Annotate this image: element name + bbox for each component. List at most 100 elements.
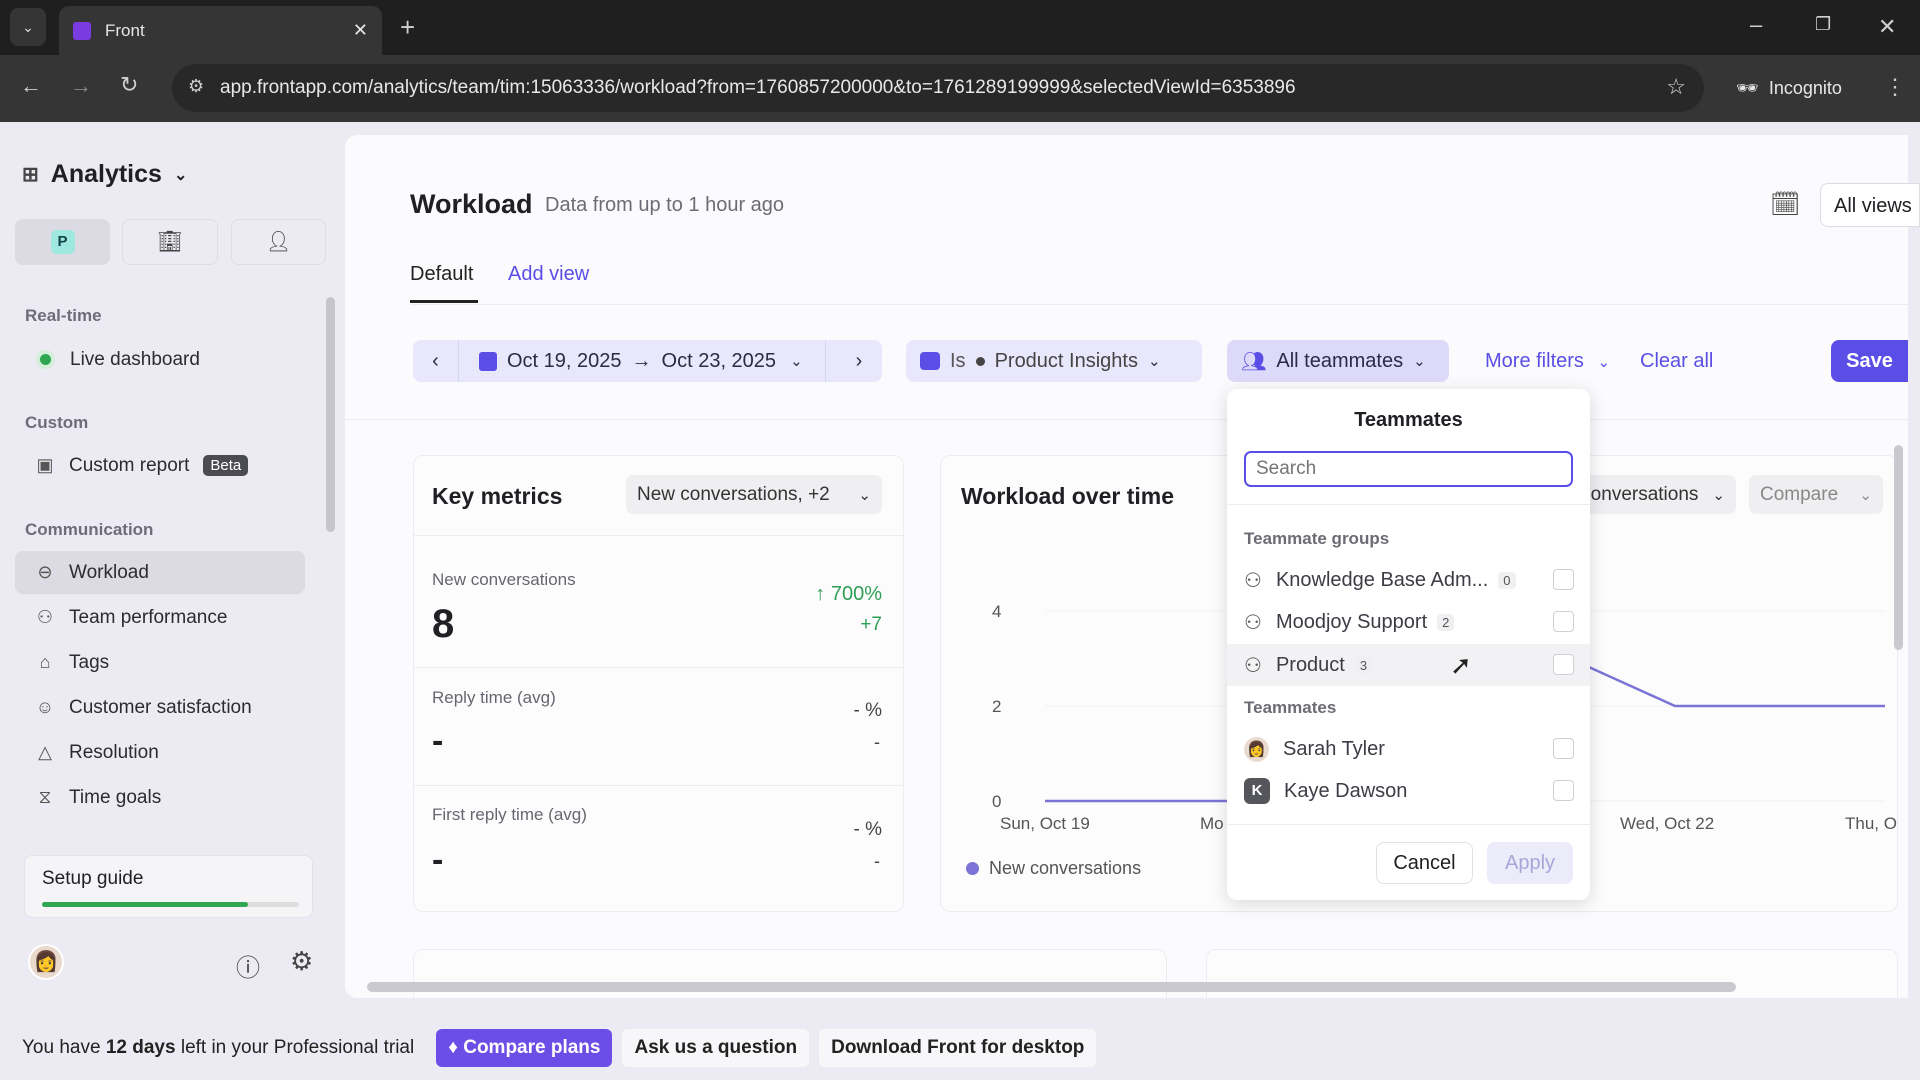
diamond-icon: ♦ [448, 1037, 464, 1058]
apply-button[interactable]: Apply [1487, 842, 1573, 884]
setup-guide-label: Setup guide [42, 868, 144, 889]
group-option[interactable]: ⚇ Product 3 [1227, 644, 1590, 686]
more-filters-button[interactable]: More filters ⌄ [1485, 350, 1610, 373]
clear-all-link[interactable]: Clear all [1640, 350, 1713, 373]
group-option[interactable]: ⚇ Moodjoy Support 2 [1227, 601, 1590, 643]
user-avatar[interactable]: 👩 [28, 944, 64, 980]
change-pct-text: 700% [830, 583, 882, 605]
forward-icon[interactable]: → [70, 73, 92, 99]
sidebar-item-resolution[interactable]: △ Resolution [15, 731, 305, 774]
sidebar-item-label: Team performance [69, 606, 228, 628]
chart-legend: New conversations [966, 858, 1141, 879]
groups-header: Teammate groups [1244, 529, 1390, 548]
group-icon: ⚇ [1244, 569, 1262, 592]
apply-label: Apply [1504, 851, 1556, 874]
sidebar-item-team-performance[interactable]: ⚇ Team performance [15, 596, 305, 639]
sidebar-item-label: Workload [69, 561, 149, 583]
browser-menu-icon[interactable]: ⋮ [1884, 74, 1906, 100]
sidebar-item-label: Resolution [69, 741, 159, 763]
site-info-icon[interactable]: ⚙ [188, 76, 204, 97]
help-icon[interactable]: ⓘ [236, 948, 260, 983]
compare-select[interactable]: Compare ⌄ [1749, 475, 1883, 514]
trial-banner: You have 12 days left in your Profession… [0, 1016, 1920, 1080]
legend-label: New conversations [989, 858, 1142, 878]
sidebar-item-custom-report[interactable]: ▣ Custom report Beta [15, 444, 305, 487]
chevron-down-icon: ⌄ [1712, 486, 1725, 504]
analytics-menu[interactable]: ⊞ Analytics ⌄ [22, 160, 187, 189]
all-views-button[interactable]: All views [1820, 183, 1920, 227]
ask-question-button[interactable]: Ask us a question [622, 1029, 810, 1067]
layout-icon: ▣ [36, 455, 54, 475]
scope-workspace-button[interactable]: P [15, 219, 110, 265]
schedule-report-icon[interactable]: 🗓︎ [1770, 190, 1800, 219]
previous-period-button[interactable]: ‹ [413, 340, 459, 382]
teammate-option[interactable]: 👩 Sarah Tyler [1227, 728, 1590, 770]
teammate-option[interactable]: K Kaye Dawson [1227, 770, 1590, 812]
teammate-checkbox[interactable] [1553, 780, 1574, 801]
divider [414, 535, 903, 536]
sidebar-scrollbar[interactable] [326, 297, 335, 532]
teammate-search-input[interactable] [1244, 451, 1573, 487]
tab-add-view[interactable]: Add view [508, 263, 589, 286]
group-count: 2 [1437, 613, 1455, 631]
vertical-scrollbar[interactable] [1894, 445, 1903, 650]
back-icon[interactable]: ← [20, 73, 42, 99]
scope-company-button[interactable]: 🏢︎ [122, 219, 218, 265]
compare-plans-button[interactable]: ♦ Compare plans [436, 1029, 613, 1067]
date-range-picker[interactable]: Oct 19, 2025 → Oct 23, 2025 ⌄ [469, 340, 826, 382]
teammate-checkbox[interactable] [1553, 738, 1574, 759]
save-button[interactable]: Save [1831, 340, 1908, 382]
incognito-indicator[interactable]: 🕶 Incognito [1722, 68, 1857, 108]
key-metrics-title: Key metrics [432, 483, 563, 509]
sidebar-item-customer-satisfaction[interactable]: ☺ Customer satisfaction [15, 686, 305, 729]
teammates-filter[interactable]: 👥︎ All teammates ⌄ [1227, 340, 1449, 382]
setup-guide[interactable]: Setup guide [24, 855, 313, 918]
chevron-down-icon: ⌄ [790, 353, 803, 370]
teammates-icon: 👥︎ [1241, 350, 1267, 373]
close-tab-icon[interactable]: ✕ [353, 20, 368, 41]
teammate-name: Kaye Dawson [1284, 779, 1408, 802]
workspace-badge: P [50, 230, 75, 254]
next-period-button[interactable]: › [836, 350, 882, 373]
horizontal-scrollbar[interactable] [367, 982, 1736, 992]
sidebar-item-live-dashboard[interactable]: Live dashboard [15, 338, 305, 381]
restore-icon[interactable]: ❐ [1815, 14, 1831, 35]
save-label: Save [1846, 349, 1893, 372]
tabs-divider [410, 304, 1908, 305]
metrics-selector[interactable]: New conversations, +2 ⌄ [626, 475, 882, 514]
group-name: Product [1275, 653, 1345, 676]
filter-value: All teammates [1276, 349, 1404, 372]
filters-divider [345, 419, 1908, 420]
tag-icon: ⌂ [39, 652, 51, 672]
download-desktop-button[interactable]: Download Front for desktop [819, 1029, 1097, 1067]
settings-gear-icon[interactable]: ⚙ [290, 946, 313, 977]
section-real-time: Real-time [25, 306, 102, 325]
section-custom: Custom [25, 413, 89, 432]
bookmark-star-icon[interactable]: ☆ [1666, 74, 1686, 100]
sidebar-item-time-goals[interactable]: ⧖ Time goals [15, 776, 305, 819]
avatar: K [1244, 778, 1270, 804]
sidebar-item-label: Tags [69, 651, 110, 673]
y-tick-label: 2 [992, 697, 1001, 716]
browser-tab-front[interactable]: Front ✕ [59, 6, 382, 55]
sidebar-item-tags[interactable]: ⌂ Tags [15, 641, 305, 684]
url-bar[interactable]: ⚙ app.frontapp.com/analytics/team/tim:15… [172, 64, 1704, 112]
group-checkbox[interactable] [1553, 569, 1574, 590]
scope-individual-button[interactable]: 👤︎ [231, 219, 326, 265]
date-from: Oct 19, 2025 [507, 349, 622, 372]
new-tab-icon[interactable]: + [400, 12, 415, 43]
group-option[interactable]: ⚇ Knowledge Base Adm... 0 [1227, 559, 1590, 601]
hourglass-icon: ⧖ [38, 787, 52, 807]
chevron-down-icon: ⌄ [1597, 354, 1611, 371]
group-checkbox[interactable] [1553, 611, 1574, 632]
reload-icon[interactable]: ↻ [120, 72, 138, 98]
cancel-button[interactable]: Cancel [1376, 842, 1473, 884]
resolution-icon: △ [38, 742, 52, 762]
sidebar-item-workload[interactable]: ⊖ Workload [15, 551, 305, 594]
inbox-filter[interactable]: Is Product Insights ⌄ [906, 340, 1202, 382]
tab-list-button[interactable]: ⌄ [10, 8, 46, 46]
group-checkbox[interactable] [1553, 654, 1574, 675]
tab-default[interactable]: Default [410, 263, 473, 286]
close-window-icon[interactable]: ✕ [1878, 14, 1896, 40]
minimize-icon[interactable]: – [1750, 12, 1762, 38]
